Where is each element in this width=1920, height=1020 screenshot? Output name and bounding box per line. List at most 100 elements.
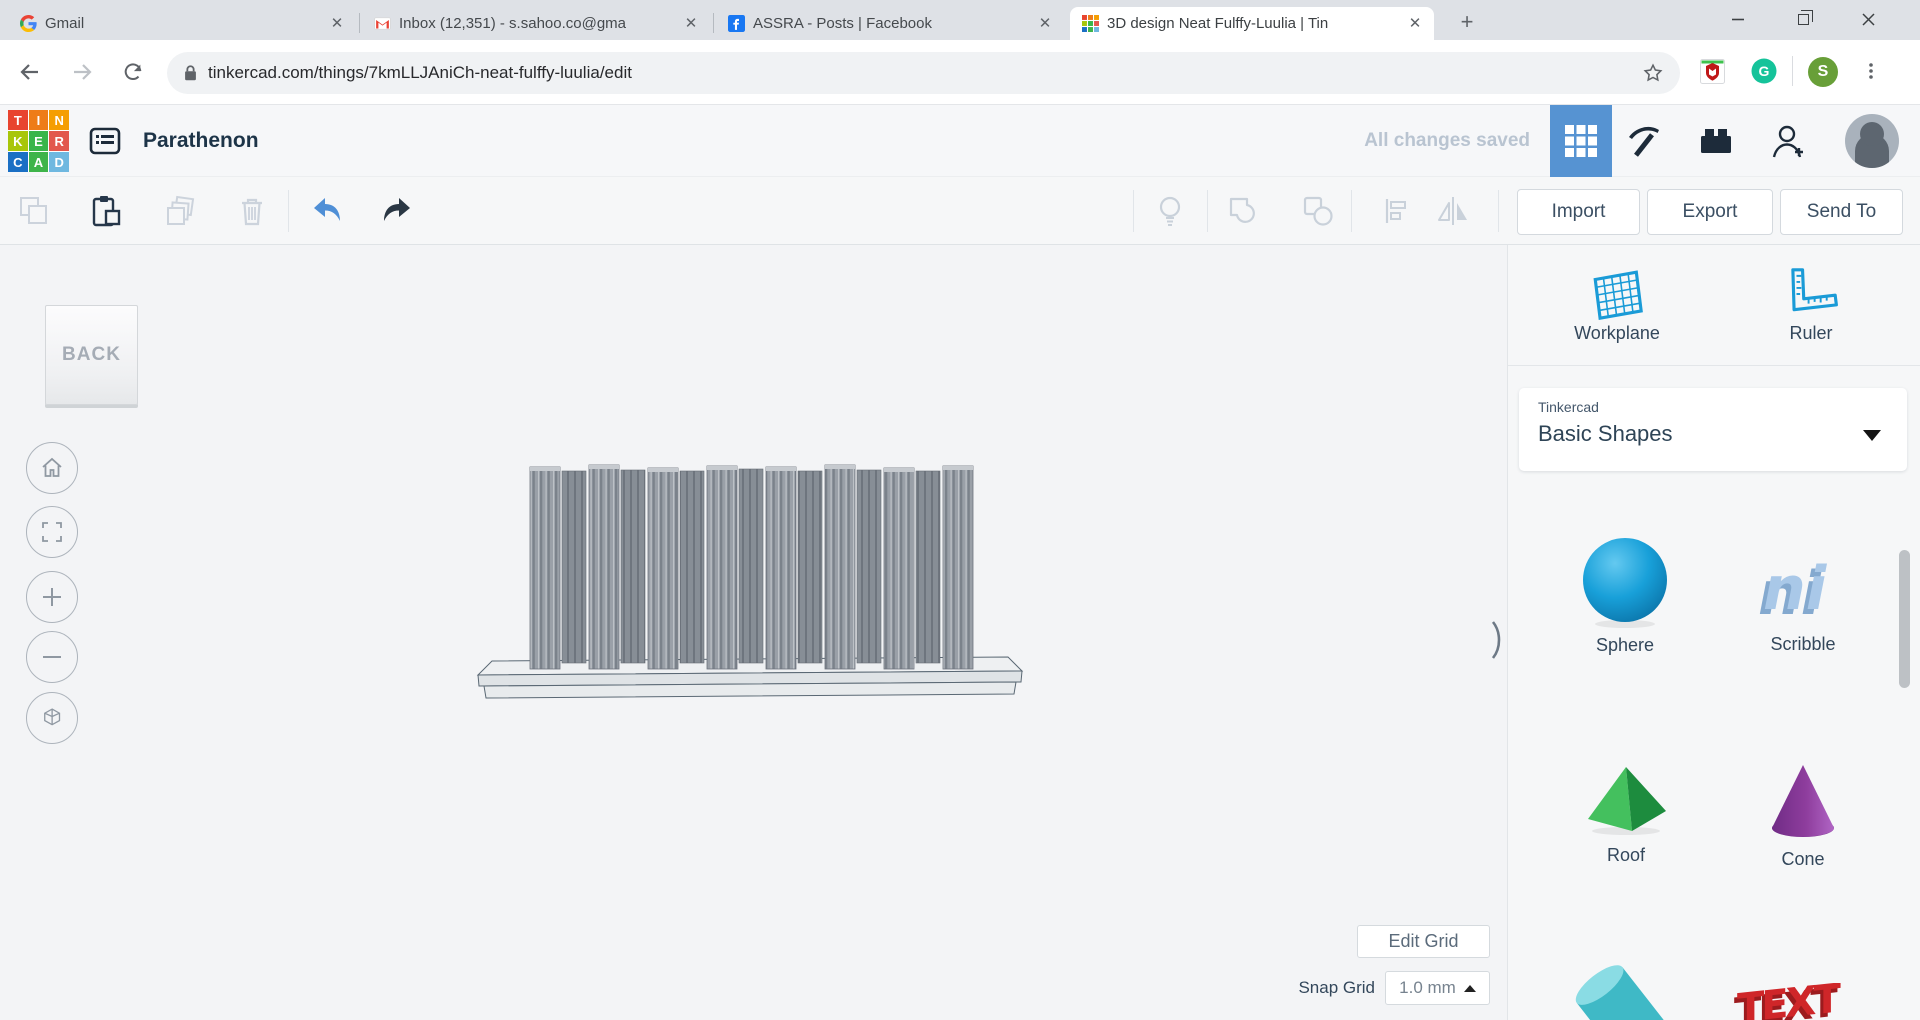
forward-icon xyxy=(70,60,94,84)
tab-divider xyxy=(713,13,714,33)
duplicate-icon xyxy=(163,194,197,228)
undo-button[interactable] xyxy=(305,189,349,233)
tab-title: ASSRA - Posts | Facebook xyxy=(753,15,1028,32)
perspective-toggle-button[interactable] xyxy=(26,692,78,744)
person-add-icon xyxy=(1768,121,1808,161)
design-title[interactable]: Parathenon xyxy=(143,105,259,177)
zoom-out-button[interactable] xyxy=(26,631,78,683)
shape-partial-text[interactable]: TEXT TEXT xyxy=(1730,983,1880,1020)
tab-facebook[interactable]: ASSRA - Posts | Facebook ✕ xyxy=(716,7,1064,40)
google-favicon xyxy=(20,15,37,32)
logo-cell: C xyxy=(8,152,28,172)
tab-divider xyxy=(359,13,360,33)
close-icon[interactable]: ✕ xyxy=(328,15,346,33)
tab-gmail[interactable]: Gmail ✕ xyxy=(8,7,356,40)
workplane-label: Workplane xyxy=(1574,323,1660,344)
logo-cell: I xyxy=(29,110,49,130)
svg-text:TEXT: TEXT xyxy=(1737,983,1841,1020)
delete-button[interactable] xyxy=(230,189,274,233)
shape-partial-cylinder[interactable] xyxy=(1548,945,1698,1020)
shape-label: Sphere xyxy=(1596,635,1654,656)
logo-cell: D xyxy=(49,152,69,172)
mirror-icon xyxy=(1435,193,1471,229)
align-button[interactable] xyxy=(1374,189,1418,233)
restore-button[interactable] xyxy=(1780,0,1826,38)
shape-roof[interactable]: Roof xyxy=(1580,757,1672,866)
workspace: BACK Edit Gr xyxy=(0,245,1920,1020)
perspective-cube-icon xyxy=(39,705,65,731)
snap-grid-label: Snap Grid xyxy=(1230,978,1375,998)
invite-people-button[interactable] xyxy=(1764,105,1812,177)
snap-grid-dropdown[interactable]: 1.0 mm xyxy=(1385,971,1490,1005)
url-input[interactable]: tinkercad.com/things/7kmLLJAniCh-neat-fu… xyxy=(167,52,1680,94)
reload-button[interactable] xyxy=(115,54,151,90)
edit-grid-button[interactable]: Edit Grid xyxy=(1357,925,1490,958)
close-window-button[interactable] xyxy=(1845,0,1891,38)
mcafee-extension-icon[interactable] xyxy=(1699,58,1725,84)
duplicate-button[interactable] xyxy=(158,189,202,233)
browser-profile-avatar[interactable]: S xyxy=(1808,57,1838,87)
divider xyxy=(1792,56,1793,86)
close-icon[interactable]: ✕ xyxy=(682,15,700,33)
close-icon[interactable]: ✕ xyxy=(1406,15,1424,33)
plus-icon xyxy=(40,585,64,609)
undo-icon xyxy=(309,193,345,229)
logo-cell: T xyxy=(8,110,28,130)
shape-cone[interactable]: Cone xyxy=(1761,759,1845,870)
minimize-icon xyxy=(1731,12,1745,26)
redo-button[interactable] xyxy=(375,189,419,233)
caret-up-icon xyxy=(1464,985,1476,992)
send-to-button[interactable]: Send To xyxy=(1780,189,1903,235)
show-all-button[interactable] xyxy=(1148,189,1192,233)
align-icon xyxy=(1379,194,1413,228)
close-icon xyxy=(1861,12,1876,27)
copy-button[interactable] xyxy=(12,189,56,233)
grammarly-extension-icon[interactable]: G xyxy=(1751,58,1777,84)
shape-library-dropdown[interactable]: Tinkercad Basic Shapes xyxy=(1519,388,1907,471)
group-button[interactable] xyxy=(1221,189,1265,233)
paste-button[interactable] xyxy=(83,189,127,233)
ruler-label: Ruler xyxy=(1789,323,1832,344)
toolbar-divider xyxy=(1207,190,1208,232)
bookmark-star-icon[interactable] xyxy=(1642,62,1664,84)
export-button[interactable]: Export xyxy=(1647,189,1773,235)
design-canvas[interactable]: BACK Edit Gr xyxy=(0,245,1507,1020)
model-parthenon[interactable] xyxy=(0,245,1507,1020)
tinkercad-header: T I N K E R C A D Parathenon All changes… xyxy=(0,105,1920,177)
shape-label: Scribble xyxy=(1770,634,1835,655)
user-avatar[interactable] xyxy=(1845,114,1899,168)
brick-button[interactable] xyxy=(1692,105,1740,177)
shape-sphere[interactable]: Sphere xyxy=(1578,535,1672,656)
design-menu-button[interactable] xyxy=(81,105,129,177)
shape-scribble[interactable]: ni ni Scribble xyxy=(1754,548,1852,655)
chevron-right-icon xyxy=(1490,618,1505,662)
browser-menu-button[interactable] xyxy=(1858,58,1884,84)
workplane-tool[interactable]: Workplane xyxy=(1542,265,1692,344)
ungroup-button[interactable] xyxy=(1296,189,1340,233)
view-cube[interactable]: BACK xyxy=(45,305,138,405)
panel-collapse-handle[interactable] xyxy=(1490,618,1506,662)
screen: { "browser": { "tabs": [ { "title": "Gma… xyxy=(0,0,1920,1020)
back-button[interactable] xyxy=(12,54,48,90)
svg-text:G: G xyxy=(1759,63,1770,79)
home-view-button[interactable] xyxy=(26,442,78,494)
tab-inbox[interactable]: Inbox (12,351) - s.sahoo.co@gma ✕ xyxy=(362,7,710,40)
toolbar-divider xyxy=(1351,190,1352,232)
mirror-button[interactable] xyxy=(1431,189,1475,233)
tab-title: Inbox (12,351) - s.sahoo.co@gma xyxy=(399,15,674,32)
panel-scrollbar[interactable] xyxy=(1899,550,1910,688)
tinkercad-logo[interactable]: T I N K E R C A D xyxy=(8,110,69,172)
minecraft-button[interactable] xyxy=(1620,105,1668,177)
tab-bar: Gmail ✕ Inbox (12,351) - s.sahoo.co@gma … xyxy=(0,0,1920,40)
dashboard-grid-button[interactable] xyxy=(1550,105,1612,177)
zoom-in-button[interactable] xyxy=(26,571,78,623)
minimize-button[interactable] xyxy=(1715,0,1761,38)
import-button[interactable]: Import xyxy=(1517,189,1640,235)
logo-cell: N xyxy=(49,110,69,130)
new-tab-button[interactable]: + xyxy=(1452,8,1482,38)
close-icon[interactable]: ✕ xyxy=(1036,15,1054,33)
fit-view-button[interactable] xyxy=(26,506,78,558)
forward-button[interactable] xyxy=(64,54,100,90)
ruler-tool[interactable]: Ruler xyxy=(1736,265,1886,344)
tab-tinkercad-active[interactable]: 3D design Neat Fulffy-Luulia | Tin ✕ xyxy=(1070,7,1434,40)
